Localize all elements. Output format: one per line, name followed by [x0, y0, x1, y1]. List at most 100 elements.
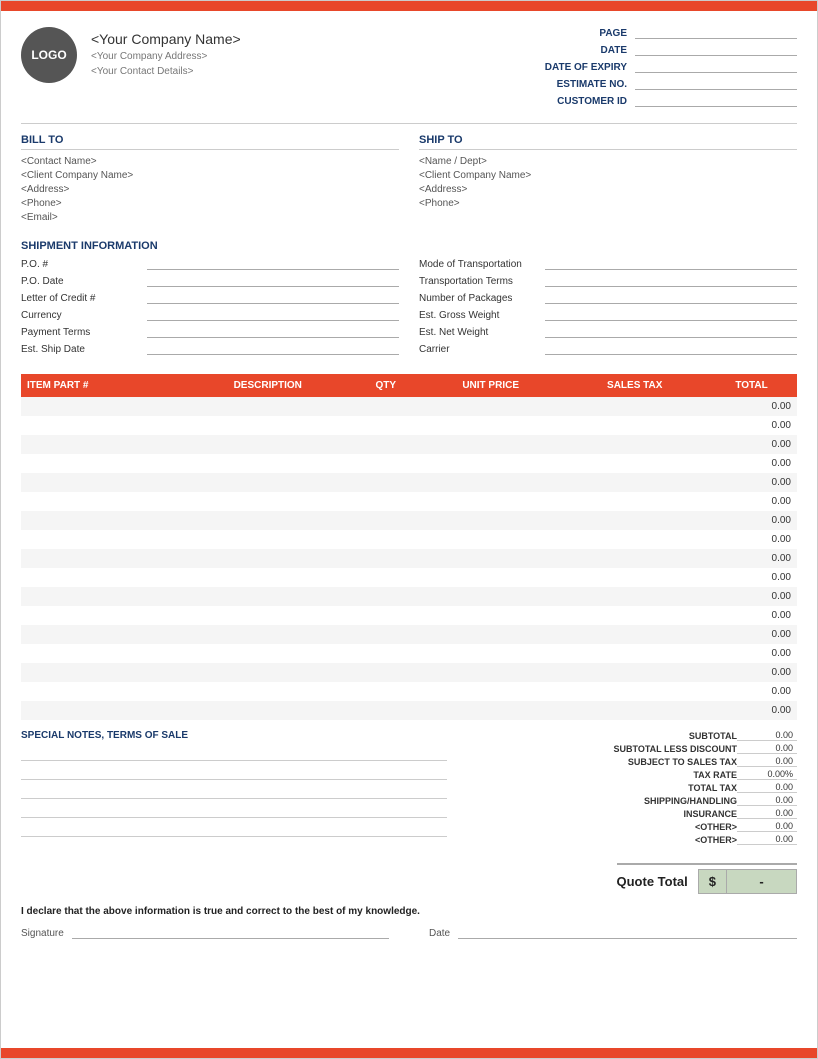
- table-cell: 0.00: [706, 435, 797, 454]
- bill-ship: BILL TO <Contact Name> <Client Company Na…: [21, 134, 797, 226]
- shipment-row-line: [545, 326, 797, 338]
- ship-to-line: <Client Company Name>: [419, 170, 797, 181]
- bill-to-line: <Contact Name>: [21, 156, 399, 167]
- totals-label: SUBJECT TO SALES TAX: [557, 757, 737, 767]
- table-cell: 0.00: [706, 530, 797, 549]
- table-cell: [182, 454, 354, 473]
- table-cell: [354, 625, 418, 644]
- ship-to-line: <Name / Dept>: [419, 156, 797, 167]
- table-cell: [418, 492, 564, 511]
- table-cell: [418, 625, 564, 644]
- table-cell: [354, 492, 418, 511]
- notes-title: SPECIAL NOTES, TERMS OF SALE: [21, 730, 447, 741]
- table-cell: [418, 701, 564, 720]
- items-table: ITEM PART #DESCRIPTIONQTYUNIT PRICESALES…: [21, 374, 797, 720]
- bill-to-line: <Phone>: [21, 198, 399, 209]
- table-cell: [418, 682, 564, 701]
- logo: LOGO: [21, 27, 77, 83]
- table-cell: [21, 492, 182, 511]
- header-field-line-date_expiry: [635, 61, 797, 73]
- table-cell: [354, 682, 418, 701]
- header-right: PAGEDATEDATE OF EXPIRYESTIMATE NO.CUSTOM…: [517, 27, 797, 107]
- table-cell: [563, 397, 706, 416]
- table-cell: [182, 530, 354, 549]
- table-cell: [182, 416, 354, 435]
- table-cell: [418, 397, 564, 416]
- table-cell: 0.00: [706, 454, 797, 473]
- table-cell: [354, 530, 418, 549]
- notes-lines: [21, 747, 447, 837]
- shipment-row: P.O. #: [21, 258, 399, 270]
- table-row: 0.00: [21, 416, 797, 435]
- table-cell: [21, 530, 182, 549]
- shipment-row: Currency: [21, 309, 399, 321]
- header-field-label-estimate_no: ESTIMATE NO.: [517, 79, 627, 90]
- totals-row: <OTHER>0.00: [457, 821, 797, 832]
- table-cell: [563, 701, 706, 720]
- table-cell: [418, 606, 564, 625]
- totals-label: <OTHER>: [557, 835, 737, 845]
- bill-to-line: <Email>: [21, 212, 399, 223]
- header-field-customer_id: CUSTOMER ID: [517, 95, 797, 107]
- totals-row: SUBTOTAL LESS DISCOUNT0.00: [457, 743, 797, 754]
- shipment-row-line: [545, 275, 797, 287]
- totals-value: 0.00: [737, 808, 797, 819]
- company-info: LOGO <Your Company Name> <Your Company A…: [21, 27, 241, 83]
- date-label: Date: [429, 928, 450, 939]
- table-cell: [21, 625, 182, 644]
- declaration-section: I declare that the above information is …: [21, 906, 797, 939]
- table-cell: [563, 416, 706, 435]
- table-header-unit-price: UNIT PRICE: [418, 374, 564, 397]
- table-cell: [21, 397, 182, 416]
- table-cell: [418, 587, 564, 606]
- date-field: Date: [429, 927, 797, 939]
- table-cell: [354, 473, 418, 492]
- quote-total-value: -: [727, 869, 797, 894]
- shipment-row-line: [147, 343, 399, 355]
- shipment-row-label: Est. Ship Date: [21, 344, 141, 355]
- notes-line: [21, 804, 447, 818]
- table-row: 0.00: [21, 568, 797, 587]
- shipment-row-label: Est. Net Weight: [419, 327, 539, 338]
- table-cell: 0.00: [706, 492, 797, 511]
- shipment-col-right: Mode of TransportationTransportation Ter…: [419, 258, 797, 360]
- shipment-row-line: [147, 258, 399, 270]
- table-row: 0.00: [21, 606, 797, 625]
- table-cell: 0.00: [706, 473, 797, 492]
- totals-row: TAX RATE0.00%: [457, 769, 797, 780]
- table-cell: 0.00: [706, 663, 797, 682]
- signature-row: Signature Date: [21, 927, 797, 939]
- totals-value: 0.00: [737, 834, 797, 845]
- bill-to-title: BILL TO: [21, 134, 399, 150]
- table-row: 0.00: [21, 701, 797, 720]
- totals-value: 0.00: [737, 730, 797, 741]
- table-cell: [354, 568, 418, 587]
- shipment-row: Payment Terms: [21, 326, 399, 338]
- table-cell: [418, 435, 564, 454]
- totals-value: 0.00: [737, 821, 797, 832]
- table-cell: [21, 454, 182, 473]
- shipment-row-label: Payment Terms: [21, 327, 141, 338]
- table-cell: [563, 587, 706, 606]
- notes-line: [21, 747, 447, 761]
- table-cell: [563, 492, 706, 511]
- table-header-row: ITEM PART #DESCRIPTIONQTYUNIT PRICESALES…: [21, 374, 797, 397]
- table-cell: [354, 435, 418, 454]
- table-cell: [21, 549, 182, 568]
- header-field-date: DATE: [517, 44, 797, 56]
- table-cell: [354, 606, 418, 625]
- totals-label: SUBTOTAL: [557, 731, 737, 741]
- shipment-grid: P.O. #P.O. DateLetter of Credit #Currenc…: [21, 258, 797, 360]
- bottom-section: SPECIAL NOTES, TERMS OF SALE SUBTOTAL0.0…: [21, 730, 797, 847]
- table-row: 0.00: [21, 511, 797, 530]
- shipment-row-line: [545, 343, 797, 355]
- shipment-row-label: Number of Packages: [419, 293, 539, 304]
- shipment-row: Est. Net Weight: [419, 326, 797, 338]
- bottom-bar: [1, 1048, 817, 1058]
- company-address: <Your Company Address>: [91, 51, 241, 62]
- table-row: 0.00: [21, 682, 797, 701]
- signature-line: [72, 927, 389, 939]
- table-cell: [563, 454, 706, 473]
- table-cell: [418, 454, 564, 473]
- table-cell: 0.00: [706, 511, 797, 530]
